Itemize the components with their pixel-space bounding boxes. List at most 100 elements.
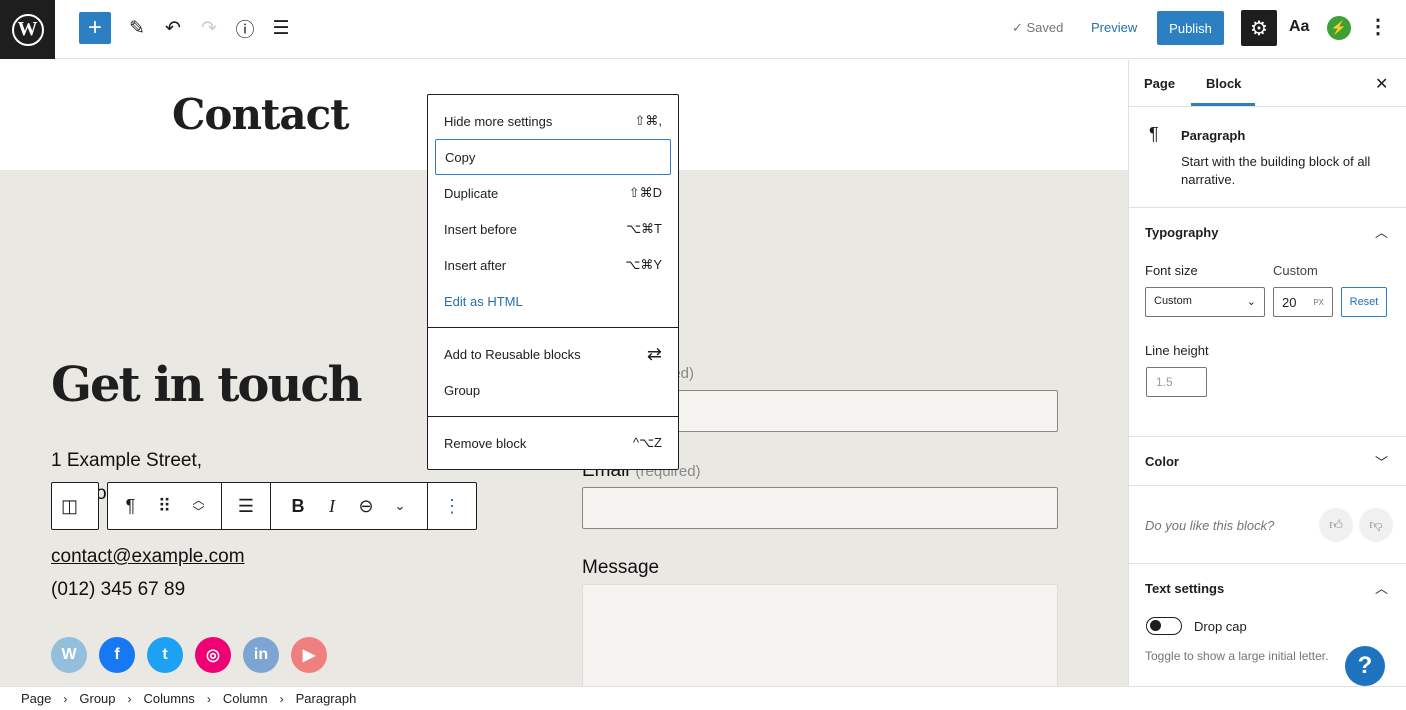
breadcrumb-item[interactable]: Columns <box>144 691 195 706</box>
tab-block[interactable]: Block <box>1206 76 1241 91</box>
color-panel-title[interactable]: Color <box>1145 454 1179 469</box>
youtube-icon[interactable]: ▶ <box>291 637 327 673</box>
styles-button[interactable]: Aa <box>1289 18 1309 36</box>
twitter-icon[interactable]: t <box>147 637 183 673</box>
reset-button[interactable]: Reset <box>1341 287 1387 317</box>
menu-item-add-to-reusable-blocks[interactable]: Add to Reusable blocks ⇄ <box>435 336 671 372</box>
preview-button[interactable]: Preview <box>1091 20 1137 35</box>
font-size-label: Font size <box>1145 263 1198 278</box>
menu-item-copy[interactable]: Copy <box>435 139 671 175</box>
line-height-label: Line height <box>1145 343 1209 358</box>
page-title[interactable]: Contact <box>172 90 350 139</box>
block-description: Start with the building block of all nar… <box>1181 154 1371 187</box>
facebook-icon[interactable]: f <box>99 637 135 673</box>
menu-divider <box>428 416 678 417</box>
menu-item-label: Duplicate <box>444 185 499 201</box>
wordpress-icon[interactable]: W <box>51 637 87 673</box>
text-settings-title[interactable]: Text settings <box>1145 581 1224 596</box>
move-up-down-icon[interactable]: ︿ ﹀ <box>182 494 216 518</box>
jetpack-icon[interactable]: ⚡ <box>1327 16 1351 40</box>
block-toolbar: ¶ ⠿ ︿ ﹀ ☰ B I ⊖ ⌄ ⋮ <box>107 482 477 530</box>
bold-icon[interactable]: B <box>281 496 315 517</box>
select-parent-column-icon[interactable]: ◫ <box>52 483 87 529</box>
menu-item-label: Group <box>444 382 481 398</box>
block-parent-toolbar: ◫ <box>51 482 99 530</box>
menu-item-label: Remove block <box>444 435 527 451</box>
redo-icon[interactable]: ↷ <box>195 14 223 42</box>
menu-item-group[interactable]: Group <box>435 372 671 408</box>
breadcrumb-item[interactable]: Column <box>223 691 268 706</box>
info-icon[interactable]: ⓘ <box>231 14 259 42</box>
wordpress-icon: W <box>11 13 44 46</box>
help-button[interactable]: ? <box>1345 646 1385 686</box>
link-icon[interactable]: ⊖ <box>349 496 383 517</box>
more-formats-chevron-down-icon[interactable]: ⌄ <box>383 498 417 514</box>
font-size-value: 20 <box>1282 294 1297 310</box>
menu-item-label: Edit as HTML <box>444 293 523 309</box>
add-block-button[interactable]: + <box>79 12 111 44</box>
typography-title[interactable]: Typography <box>1145 225 1218 240</box>
chevron-up-icon[interactable]: ︿ <box>1375 222 1388 241</box>
email-link[interactable]: contact@example.com <box>51 546 245 568</box>
linkedin-icon[interactable]: in <box>243 637 279 673</box>
phone-text[interactable]: (012) 345 67 89 <box>51 579 185 601</box>
menu-divider <box>428 327 678 328</box>
custom-label: Custom <box>1273 263 1318 278</box>
address-line[interactable]: 1 Example Street, <box>51 450 202 472</box>
chevron-down-icon: ⌄ <box>1246 296 1256 308</box>
drop-cap-label: Drop cap <box>1194 619 1247 634</box>
thumbs-up-icon[interactable]: 👍︎ <box>1319 508 1353 542</box>
line-height-input[interactable]: 1.5 <box>1146 367 1207 397</box>
publish-button[interactable]: Publish <box>1157 11 1224 45</box>
instagram-icon[interactable]: ◎ <box>195 637 231 673</box>
chevron-right-icon: › <box>63 691 68 706</box>
chevron-up-icon[interactable]: ︿ <box>1375 578 1388 597</box>
contact-heading[interactable]: Get in touch <box>51 357 362 413</box>
message-label: Message <box>582 557 660 578</box>
feedback-question: Do you like this block? <box>1145 518 1275 533</box>
font-size-input[interactable]: 20 PX <box>1273 287 1333 317</box>
breadcrumb-item[interactable]: Page <box>21 691 51 706</box>
align-text-icon[interactable]: ☰ <box>222 483 271 529</box>
undo-icon[interactable]: ↶ <box>159 14 187 42</box>
message-textarea[interactable] <box>582 584 1058 694</box>
menu-item-label: Copy <box>445 149 476 165</box>
menu-item-hide-more-settings[interactable]: Hide more settings ⇧⌘, <box>435 103 671 139</box>
email-input[interactable] <box>582 487 1058 529</box>
breadcrumb-item[interactable]: Paragraph <box>296 691 357 706</box>
settings-gear-icon[interactable]: ⚙ <box>1241 10 1277 46</box>
more-options-kebab-icon[interactable]: ⋮ <box>428 483 476 529</box>
reusable-block-icon: ⇄ <box>646 343 662 364</box>
menu-item-duplicate[interactable]: Duplicate ⇧⌘D <box>435 175 671 211</box>
chevron-right-icon: › <box>279 691 284 706</box>
drop-cap-help: Toggle to show a large initial letter. <box>1145 649 1329 663</box>
menu-item-edit-as-html[interactable]: Edit as HTML <box>435 283 671 319</box>
font-size-select-value: Custom <box>1154 295 1192 307</box>
wordpress-logo-button[interactable]: W <box>0 0 55 59</box>
thumbs-down-icon[interactable]: 👎︎ <box>1359 508 1393 542</box>
menu-item-shortcut: ⌥⌘T <box>626 221 662 236</box>
breadcrumb-item[interactable]: Group <box>79 691 115 706</box>
top-toolbar: W + ✎ ↶ ↷ ⓘ ☰ ✓ Saved Preview Publish ⚙ … <box>0 0 1406 59</box>
menu-item-insert-after[interactable]: Insert after ⌥⌘Y <box>435 247 671 283</box>
options-kebab-icon[interactable]: ⋮ <box>1368 14 1388 39</box>
menu-item-insert-before[interactable]: Insert before ⌥⌘T <box>435 211 671 247</box>
menu-item-remove-block[interactable]: Remove block ^⌥Z <box>435 425 671 461</box>
chevron-right-icon: › <box>127 691 132 706</box>
font-size-select[interactable]: Custom ⌄ <box>1145 287 1265 317</box>
italic-icon[interactable]: I <box>315 496 349 517</box>
chevron-down-icon[interactable]: ﹀ <box>1375 452 1388 471</box>
drag-handle-icon[interactable]: ⠿ <box>148 496 182 517</box>
tab-page[interactable]: Page <box>1144 76 1175 91</box>
close-icon[interactable]: ✕ <box>1375 74 1388 94</box>
list-view-icon[interactable]: ☰ <box>267 14 295 42</box>
paragraph-icon[interactable]: ¶ <box>114 496 148 517</box>
drop-cap-toggle[interactable] <box>1146 617 1182 635</box>
block-name: Paragraph <box>1181 128 1246 143</box>
menu-item-shortcut: ⇧⌘D <box>628 185 662 200</box>
edit-pencil-icon[interactable]: ✎ <box>123 14 151 42</box>
menu-item-shortcut: ^⌥Z <box>632 435 662 450</box>
menu-item-label: Hide more settings <box>444 113 553 129</box>
block-options-menu: Hide more settings ⇧⌘, Copy Duplicate ⇧⌘D Ins… <box>427 94 679 470</box>
paragraph-icon: ¶ <box>1149 124 1159 144</box>
